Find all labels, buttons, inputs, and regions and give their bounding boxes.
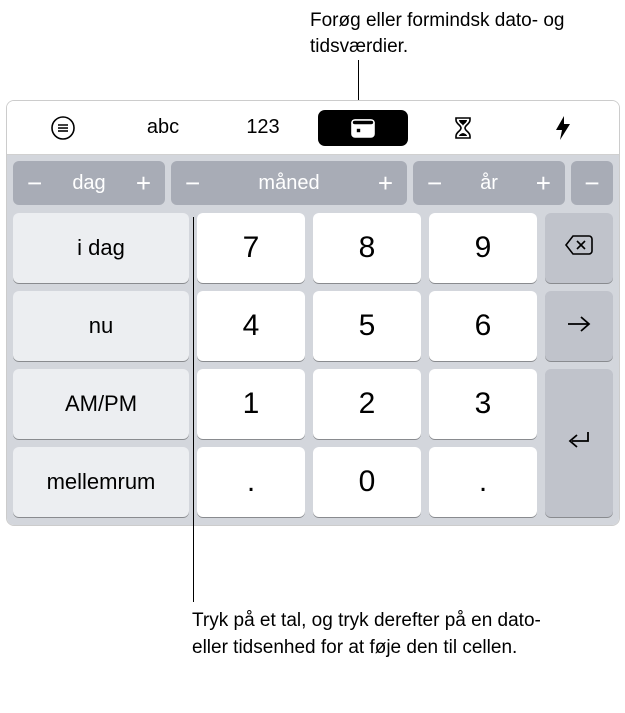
tab-123[interactable]: 123 bbox=[218, 110, 308, 146]
keypad: i dag 7 8 9 nu 4 5 6 bbox=[7, 209, 619, 525]
backspace-icon bbox=[564, 234, 594, 262]
stepper-day-label[interactable]: dag bbox=[68, 172, 109, 195]
tab-date[interactable] bbox=[318, 110, 408, 146]
bolt-icon bbox=[554, 115, 572, 141]
stepper-next-minus[interactable]: − bbox=[571, 161, 613, 205]
stepper-day: − dag + bbox=[13, 161, 165, 205]
stepper-month-plus[interactable]: + bbox=[374, 170, 397, 196]
key-9[interactable]: 9 bbox=[429, 213, 537, 283]
callout-bottom: Tryk på et tal, og tryk derefter på en d… bbox=[192, 608, 562, 661]
tab-abc[interactable]: abc bbox=[118, 110, 208, 146]
key-space[interactable]: mellemrum bbox=[13, 447, 189, 517]
stepper-year-plus[interactable]: + bbox=[532, 170, 555, 196]
key-0[interactable]: 0 bbox=[313, 447, 421, 517]
key-return[interactable] bbox=[545, 369, 613, 517]
key-dot-left[interactable]: . bbox=[197, 447, 305, 517]
stepper-day-minus[interactable]: − bbox=[23, 170, 46, 196]
key-1[interactable]: 1 bbox=[197, 369, 305, 439]
key-next[interactable] bbox=[545, 291, 613, 361]
return-icon bbox=[566, 429, 592, 457]
key-ampm[interactable]: AM/PM bbox=[13, 369, 189, 439]
tab-duration[interactable] bbox=[418, 110, 508, 146]
key-today[interactable]: i dag bbox=[13, 213, 189, 283]
tab-quick[interactable] bbox=[518, 110, 608, 146]
formula-icon[interactable] bbox=[18, 110, 108, 146]
keyboard-toolbar: abc 123 bbox=[7, 101, 619, 155]
key-backspace[interactable] bbox=[545, 213, 613, 283]
stepper-year-label[interactable]: år bbox=[476, 172, 502, 195]
key-7[interactable]: 7 bbox=[197, 213, 305, 283]
stepper-day-plus[interactable]: + bbox=[132, 170, 155, 196]
list-circle-icon bbox=[50, 115, 76, 141]
stepper-month: − måned + bbox=[171, 161, 407, 205]
stepper-year: − år + bbox=[413, 161, 565, 205]
minus-icon: − bbox=[580, 170, 603, 196]
stepper-month-label[interactable]: måned bbox=[254, 172, 323, 195]
callout-line-top bbox=[358, 60, 359, 102]
stepper-year-minus[interactable]: − bbox=[423, 170, 446, 196]
key-3[interactable]: 3 bbox=[429, 369, 537, 439]
key-dot-right[interactable]: . bbox=[429, 447, 537, 517]
keyboard-frame: abc 123 bbox=[6, 100, 620, 526]
key-6[interactable]: 6 bbox=[429, 291, 537, 361]
calendar-icon bbox=[350, 117, 376, 139]
key-5[interactable]: 5 bbox=[313, 291, 421, 361]
stepper-month-minus[interactable]: − bbox=[181, 170, 204, 196]
key-2[interactable]: 2 bbox=[313, 369, 421, 439]
hourglass-icon bbox=[453, 116, 473, 140]
callout-line-bottom bbox=[193, 217, 194, 602]
key-8[interactable]: 8 bbox=[313, 213, 421, 283]
stepper-row: − dag + − måned + − år + − bbox=[7, 155, 619, 209]
arrow-right-icon bbox=[566, 313, 592, 339]
callout-top: Forøg eller formindsk dato- og tidsværdi… bbox=[310, 8, 625, 59]
key-4[interactable]: 4 bbox=[197, 291, 305, 361]
key-now[interactable]: nu bbox=[13, 291, 189, 361]
